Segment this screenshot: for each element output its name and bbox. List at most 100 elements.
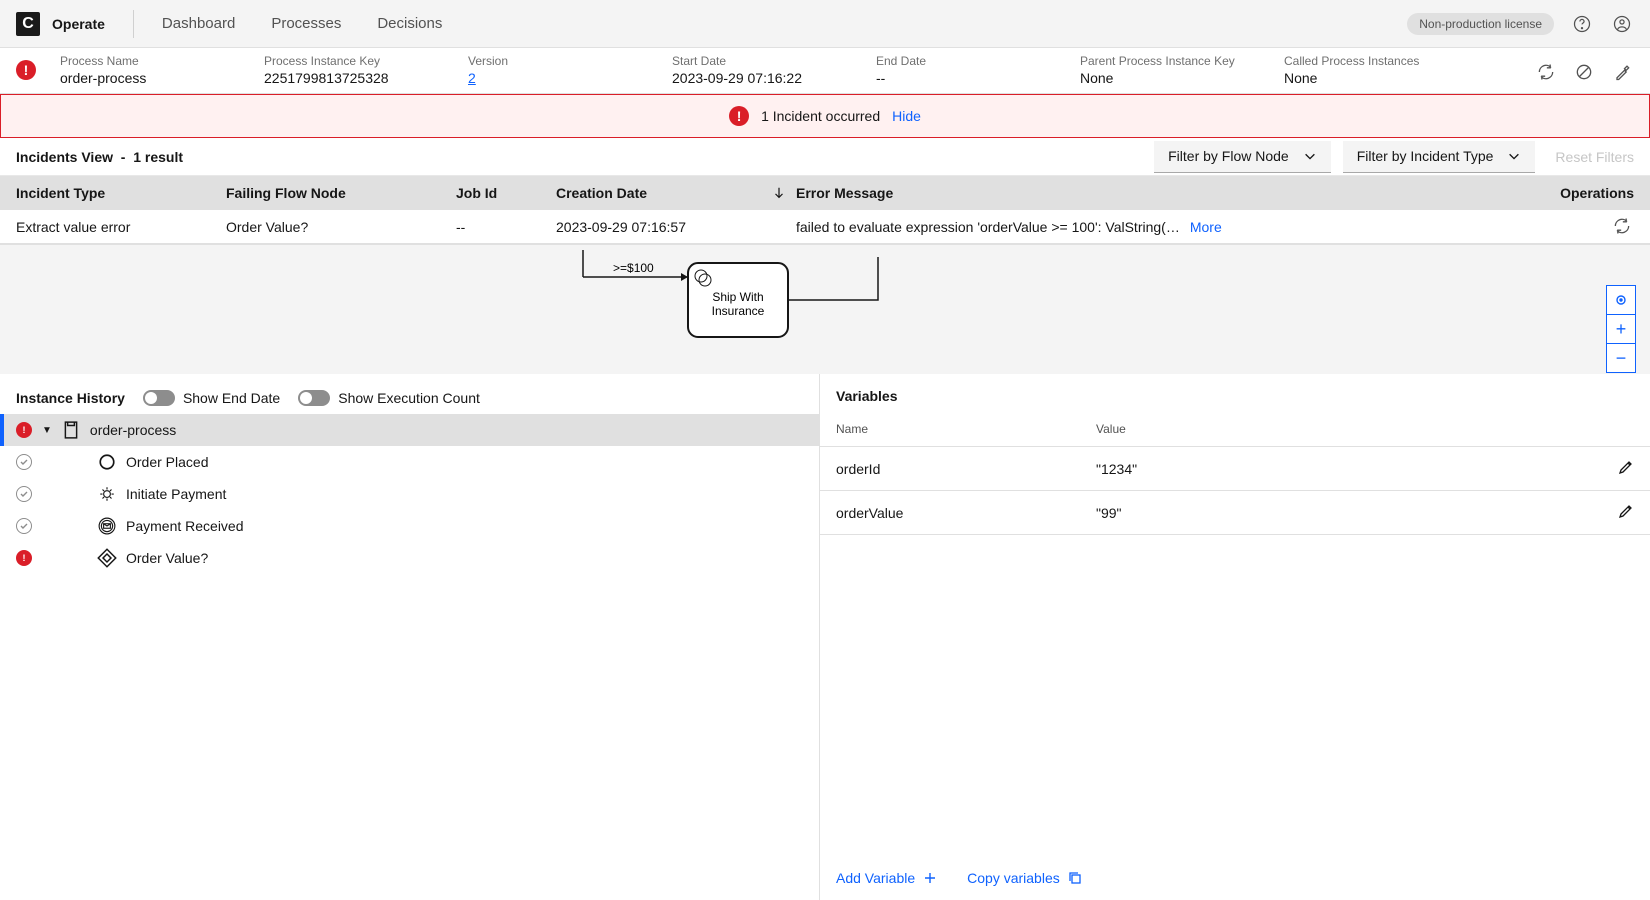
error-more-link[interactable]: More [1190, 219, 1222, 235]
history-item-order-placed[interactable]: Order Placed [0, 446, 819, 478]
value-version-link[interactable]: 2 [468, 70, 648, 86]
label-process-instance-key: Process Instance Key [264, 54, 444, 68]
bottom-panels: Instance History Show End Date Show Exec… [0, 374, 1650, 900]
variable-name: orderId [836, 461, 1096, 477]
value-process-instance-key: 2251799813725328 [264, 70, 444, 86]
cell-error-message: failed to evaluate expression 'orderValu… [796, 219, 1544, 235]
cancel-icon[interactable] [1572, 60, 1596, 84]
incident-icon: ! [16, 60, 36, 80]
toggle-switch [298, 390, 330, 406]
retry-incident-icon[interactable] [1610, 214, 1634, 238]
col-failing-node[interactable]: Failing Flow Node [226, 185, 456, 201]
variable-value: "99" [1096, 505, 1594, 521]
zoom-reset-button[interactable] [1606, 285, 1636, 315]
history-title: Instance History [16, 390, 125, 406]
label-process-name: Process Name [60, 54, 240, 68]
incidents-filters: Filter by Flow Node Filter by Incident T… [1154, 141, 1634, 173]
value-start-date: 2023-09-29 07:16:22 [672, 70, 852, 86]
incident-hide-link[interactable]: Hide [892, 108, 921, 124]
history-item-order-value[interactable]: ! Order Value? [0, 542, 819, 574]
incident-banner-icon: ! [729, 106, 749, 126]
field-process-instance-key: Process Instance Key 2251799813725328 [264, 54, 444, 86]
col-job-id[interactable]: Job Id [456, 185, 556, 201]
start-event-icon [98, 453, 116, 471]
history-item-initiate-payment[interactable]: Initiate Payment [0, 478, 819, 510]
field-parent-key: Parent Process Instance Key None [1080, 54, 1260, 86]
svg-text:!: ! [23, 425, 26, 435]
caret-down-icon[interactable]: ▼ [42, 425, 52, 436]
filter-by-flow-node[interactable]: Filter by Flow Node [1154, 141, 1331, 173]
topbar-right: Non-production license [1407, 12, 1634, 36]
help-icon[interactable] [1570, 12, 1594, 36]
user-icon[interactable] [1610, 12, 1634, 36]
history-item-label: Payment Received [126, 518, 244, 534]
label-parent-key: Parent Process Instance Key [1080, 54, 1260, 68]
value-called-instances: None [1284, 70, 1424, 86]
variable-row-ordervalue: orderValue "99" [820, 491, 1650, 535]
variables-panel: Variables Name Value orderId "1234" orde… [820, 374, 1650, 900]
cell-creation-date: 2023-09-29 07:16:57 [556, 219, 796, 235]
bpmn-diagram-svg: Ship With Insurance >=$100 [573, 245, 993, 375]
incidents-table-header: Incident Type Failing Flow Node Job Id C… [0, 176, 1650, 210]
col-var-value: Value [1096, 422, 1594, 436]
history-item-root[interactable]: ! ▼ order-process [0, 414, 819, 446]
zoom-controls: + − [1606, 285, 1636, 373]
col-incident-type[interactable]: Incident Type [16, 185, 226, 201]
incident-row[interactable]: Extract value error Order Value? -- 2023… [0, 210, 1650, 244]
col-creation-date[interactable]: Creation Date [556, 185, 796, 201]
cell-failing-node: Order Value? [226, 219, 456, 235]
nav-decisions[interactable]: Decisions [377, 15, 442, 32]
zoom-out-button[interactable]: − [1606, 343, 1636, 373]
label-end-date: End Date [876, 54, 1056, 68]
instance-header: ! Process Name order-process Process Ins… [0, 48, 1650, 94]
toggle-show-end-date[interactable]: Show End Date [143, 390, 280, 406]
variable-name: orderValue [836, 505, 1096, 521]
toggle-switch [143, 390, 175, 406]
completed-status-icon [16, 518, 32, 534]
col-error-message[interactable]: Error Message [796, 185, 1544, 201]
cell-operations [1544, 214, 1634, 239]
svg-text:!: ! [23, 553, 26, 563]
incidents-table: Incident Type Failing Flow Node Job Id C… [0, 176, 1650, 244]
modify-icon[interactable] [1610, 60, 1634, 84]
process-diagram[interactable]: Ship With Insurance >=$100 + − [0, 244, 1650, 374]
instance-operations [1534, 60, 1634, 84]
task-label-1: Ship With [712, 290, 763, 304]
app-logo: C [16, 12, 40, 36]
retry-icon[interactable] [1534, 60, 1558, 84]
instance-history-panel: Instance History Show End Date Show Exec… [0, 374, 820, 900]
chevron-down-icon [1507, 149, 1521, 163]
incident-status-icon: ! [16, 550, 32, 566]
filter-by-incident-type[interactable]: Filter by Incident Type [1343, 141, 1536, 173]
reset-filters[interactable]: Reset Filters [1555, 149, 1634, 165]
add-variable-button[interactable]: Add Variable [836, 870, 937, 886]
nav-processes[interactable]: Processes [271, 15, 341, 32]
history-item-payment-received[interactable]: Payment Received [0, 510, 819, 542]
process-icon [62, 421, 80, 439]
top-navigation: C Operate Dashboard Processes Decisions … [0, 0, 1650, 48]
gateway-icon [98, 549, 116, 567]
variables-title: Variables [820, 374, 1650, 412]
label-called-instances: Called Process Instances [1284, 54, 1424, 68]
toggle-show-execution-count[interactable]: Show Execution Count [298, 390, 480, 406]
incidents-view-title: Incidents View - 1 result [16, 149, 183, 165]
nav-links: Dashboard Processes Decisions [162, 15, 442, 32]
variables-footer: Add Variable Copy variables [820, 856, 1650, 900]
app-title: Operate [52, 16, 105, 32]
variables-header-row: Name Value [820, 412, 1650, 447]
separator [133, 10, 134, 38]
value-process-name: order-process [60, 70, 240, 86]
zoom-in-button[interactable]: + [1606, 314, 1636, 344]
label-start-date: Start Date [672, 54, 852, 68]
incident-banner: ! 1 Incident occurred Hide [0, 94, 1650, 138]
label-version: Version [468, 54, 648, 68]
nav-dashboard[interactable]: Dashboard [162, 15, 235, 32]
message-event-icon [98, 517, 116, 535]
history-item-label: order-process [90, 422, 176, 438]
edit-variable-button[interactable] [1594, 459, 1634, 478]
edit-variable-button[interactable] [1594, 503, 1634, 522]
chevron-down-icon [1303, 149, 1317, 163]
pencil-icon [1618, 503, 1634, 519]
copy-variables-button[interactable]: Copy variables [967, 870, 1082, 886]
cell-job-id: -- [456, 219, 556, 235]
